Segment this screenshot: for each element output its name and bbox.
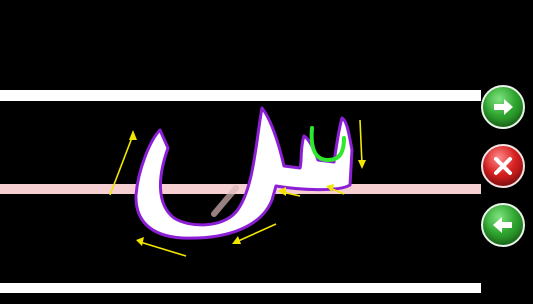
tracing-area[interactable] — [0, 0, 533, 300]
clear-button[interactable] — [481, 144, 525, 188]
next-letter-button[interactable] — [481, 85, 525, 129]
letter-seen-shape — [134, 106, 354, 240]
x-icon — [494, 157, 512, 175]
arrow-left-icon — [493, 217, 512, 233]
arrow-hint — [136, 237, 187, 257]
baseline-guide-line — [0, 184, 481, 194]
arrow-hint — [358, 119, 366, 169]
previous-letter-button[interactable] — [481, 203, 525, 247]
top-guide-line — [0, 90, 481, 101]
arrow-right-icon — [494, 99, 513, 115]
tracing-canvas[interactable] — [0, 0, 533, 300]
bottom-guide-line — [0, 283, 481, 293]
